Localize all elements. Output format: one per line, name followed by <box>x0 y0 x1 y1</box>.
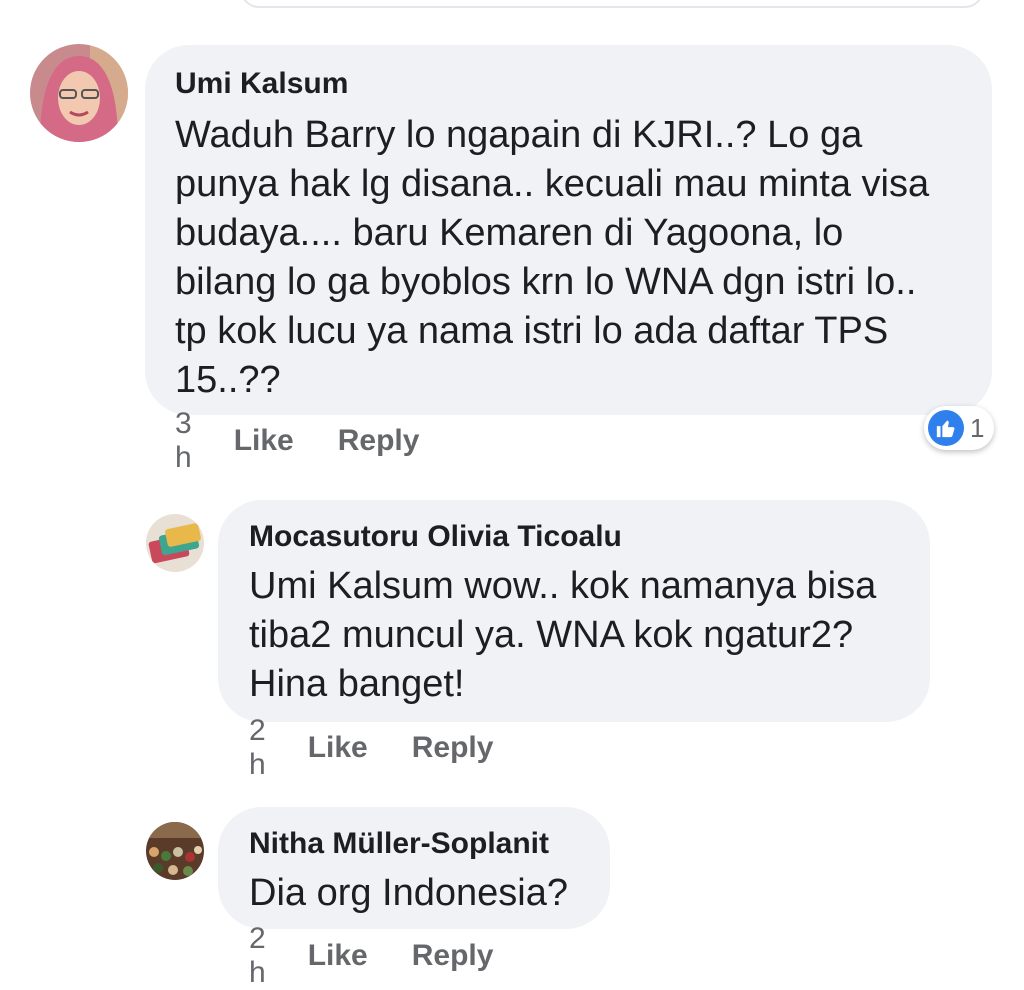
previous-comment-box <box>240 0 984 8</box>
comment-text-line: Waduh Barry lo ngapain di KJRI..? Lo ga <box>175 114 863 156</box>
comment-author[interactable]: Nitha Müller-Soplanit <box>249 827 610 861</box>
comment-text: Umi Kalsum wow.. kok namanya bisa tiba2 … <box>249 562 930 709</box>
comment-text-line: bilang lo ga byoblos krn lo WNA dgn istr… <box>175 261 917 303</box>
comment-text: Dia org Indonesia? <box>249 869 610 918</box>
thumbs-up-icon <box>928 410 964 446</box>
comment-time[interactable]: 3 h <box>175 407 192 475</box>
comment-author[interactable]: Umi Kalsum <box>175 67 992 101</box>
comment-text: Waduh Barry lo ngapain di KJRI..? Lo ga … <box>175 111 992 405</box>
comment-actions: 2 h Like Reply <box>249 714 494 781</box>
comment-text-line: 15..?? <box>175 359 281 401</box>
comment-actions: 3 h Like Reply <box>175 407 420 474</box>
comment-time[interactable]: 2 h <box>249 714 266 782</box>
avatar[interactable] <box>146 822 204 880</box>
comment-text-line: tiba2 muncul ya. WNA kok ngatur2? <box>249 614 854 656</box>
like-button[interactable]: Like <box>308 939 368 973</box>
comment-text-line: Hina banget! <box>249 663 465 705</box>
comment-text-line: punya hak lg disana.. kecuali mau minta … <box>175 163 930 205</box>
reply-button[interactable]: Reply <box>338 424 420 458</box>
comment-author[interactable]: Mocasutoru Olivia Ticoalu <box>249 520 930 554</box>
comment-text-line: tp kok lucu ya nama istri lo ada daftar … <box>175 310 889 352</box>
reaction-summary[interactable]: 1 <box>924 406 994 450</box>
comment-bubble[interactable]: Mocasutoru Olivia Ticoalu Umi Kalsum wow… <box>218 500 930 722</box>
comment-text-line: Umi Kalsum wow.. kok namanya bisa <box>249 565 877 607</box>
avatar[interactable] <box>30 44 128 142</box>
like-button[interactable]: Like <box>234 424 294 458</box>
comment-text-line: Dia org Indonesia? <box>249 872 568 914</box>
reply-button[interactable]: Reply <box>412 731 494 765</box>
reply-button[interactable]: Reply <box>412 939 494 973</box>
like-button[interactable]: Like <box>308 731 368 765</box>
comment-actions: 2 h Like Reply <box>249 922 494 989</box>
reaction-count: 1 <box>970 412 985 443</box>
avatar[interactable] <box>146 514 204 572</box>
comment-bubble[interactable]: Umi Kalsum Waduh Barry lo ngapain di KJR… <box>145 45 992 415</box>
comment-bubble[interactable]: Nitha Müller-Soplanit Dia org Indonesia? <box>218 807 610 929</box>
comment-text-line: budaya.... baru Kemaren di Yagoona, lo <box>175 212 844 254</box>
